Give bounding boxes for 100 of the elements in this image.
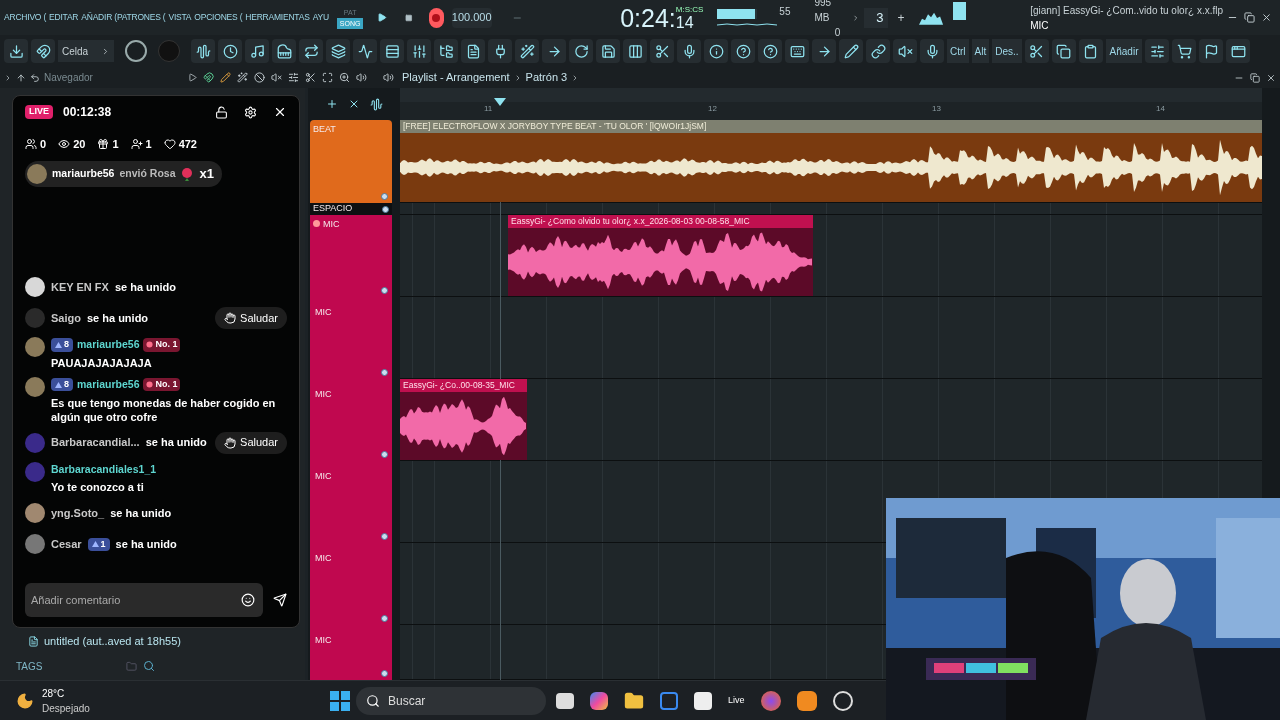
- select-icon[interactable]: [322, 72, 333, 83]
- close-icon[interactable]: [1261, 12, 1272, 23]
- close-icon[interactable]: [1266, 72, 1276, 83]
- magnet-icon[interactable]: [203, 72, 214, 83]
- clock-button[interactable]: [218, 39, 242, 63]
- pencil-icon[interactable]: [220, 72, 231, 83]
- modifier-key-button[interactable]: Des..: [992, 39, 1022, 63]
- track-header[interactable]: ESPACIO: [310, 203, 392, 215]
- mute-button[interactable]: [893, 39, 917, 63]
- layers-button[interactable]: [326, 39, 350, 63]
- wand-button[interactable]: [515, 39, 539, 63]
- track-header[interactable]: MIC: [310, 543, 392, 625]
- track-header[interactable]: MIC: [310, 297, 392, 379]
- slice-icon[interactable]: [305, 72, 316, 83]
- music-button[interactable]: [245, 39, 269, 63]
- slip-icon[interactable]: [288, 72, 299, 83]
- audio-clip[interactable]: [FREE] ELECTROFLOW X JORYBOY TYPE BEAT - 'TU OLOR ' [lQWOIr1JjSM]: [400, 120, 1262, 202]
- rows-button[interactable]: [380, 39, 404, 63]
- window-button[interactable]: [1226, 39, 1251, 63]
- track-knob-icon[interactable]: [381, 369, 388, 376]
- audio-clip[interactable]: EassyGi- ¿Como olvido tu olor¿ x.x_2026-08-03 00-08-58_MIC: [508, 215, 813, 296]
- cart-button[interactable]: [1172, 39, 1197, 63]
- settings-icon[interactable]: [244, 105, 257, 119]
- modifier-key-button[interactable]: Alt: [971, 39, 990, 63]
- track-header[interactable]: MIC: [310, 379, 392, 461]
- back-icon[interactable]: [30, 72, 40, 83]
- help-button[interactable]: [731, 39, 755, 63]
- paste-button[interactable]: [1078, 39, 1103, 63]
- track-header[interactable]: MIC: [310, 215, 392, 297]
- playhead-marker-icon[interactable]: [494, 98, 506, 106]
- modifier-key-button[interactable]: Ctrl: [947, 39, 969, 63]
- search-icon[interactable]: [143, 660, 155, 672]
- track-knob-icon[interactable]: [381, 615, 388, 622]
- menu-item[interactable]: EDITAR: [49, 11, 79, 24]
- speaker-icon[interactable]: [356, 72, 367, 83]
- menu-item[interactable]: ARCHIVO (: [4, 11, 46, 24]
- add-track-icon[interactable]: [325, 98, 338, 110]
- brush-icon[interactable]: [237, 72, 248, 83]
- activity-button[interactable]: [353, 39, 377, 63]
- search-field[interactable]: Buscar: [356, 686, 546, 715]
- tempo-field[interactable]: 100.000: [451, 7, 492, 28]
- keyboard-button[interactable]: [785, 39, 809, 63]
- restore-icon[interactable]: [1244, 12, 1255, 23]
- play-icon[interactable]: [377, 11, 388, 24]
- pencil-button[interactable]: [839, 39, 863, 63]
- restore-icon[interactable]: [1250, 72, 1260, 83]
- track-knob-icon[interactable]: [381, 533, 388, 540]
- menu-item[interactable]: HERRAMIENTAS: [245, 11, 310, 24]
- track-knob-icon[interactable]: [381, 287, 388, 294]
- info-button[interactable]: [704, 39, 728, 63]
- send-icon[interactable]: [273, 593, 287, 607]
- up-arrow-icon[interactable]: [16, 72, 26, 83]
- add-button[interactable]: Añadir: [1105, 39, 1143, 63]
- plug-button[interactable]: [488, 39, 512, 63]
- unlock-icon[interactable]: [215, 105, 228, 119]
- question-button[interactable]: [758, 39, 782, 63]
- pattern-selector[interactable]: 3: [863, 7, 888, 28]
- play-icon[interactable]: [188, 73, 197, 82]
- track-header[interactable]: MIC: [310, 461, 392, 543]
- close-icon[interactable]: [273, 105, 287, 119]
- add-pattern-button[interactable]: +: [897, 8, 905, 27]
- track-knob-icon[interactable]: [381, 451, 388, 458]
- waveform-icon[interactable]: [369, 97, 383, 111]
- refresh-button[interactable]: [569, 39, 593, 63]
- magnet-button[interactable]: [31, 39, 55, 63]
- greet-button[interactable]: Saludar: [215, 431, 287, 454]
- flag-button[interactable]: [1199, 39, 1224, 63]
- live-app-button[interactable]: Live: [728, 693, 745, 708]
- snap-dropdown[interactable]: Celda: [58, 40, 114, 62]
- columns-button[interactable]: [623, 39, 647, 63]
- audio-clip[interactable]: EassyGi- ¿Co..00-08-35_MIC: [400, 379, 527, 460]
- menu-item[interactable]: AYU: [312, 11, 329, 24]
- track-knob-icon[interactable]: [381, 670, 388, 677]
- arrow-right-button[interactable]: [542, 39, 566, 63]
- slider-button[interactable]: [1145, 39, 1170, 63]
- scissors-button[interactable]: [650, 39, 674, 63]
- folder-tree-button[interactable]: [434, 39, 458, 63]
- track-header[interactable]: MIC: [310, 625, 392, 680]
- microphone-button[interactable]: [677, 39, 701, 63]
- record-button[interactable]: [428, 7, 444, 28]
- menu-item[interactable]: OPCIONES (: [194, 11, 243, 24]
- greet-button[interactable]: Saludar: [215, 307, 287, 329]
- volume-knob[interactable]: [125, 40, 147, 62]
- mute-icon[interactable]: [271, 72, 282, 83]
- arrow-button[interactable]: [812, 39, 836, 63]
- stop-icon[interactable]: [405, 12, 413, 23]
- menu-item[interactable]: VISTA: [168, 11, 192, 24]
- piano-button[interactable]: [272, 39, 296, 63]
- delete-icon[interactable]: [254, 72, 265, 83]
- save-button[interactable]: [596, 39, 620, 63]
- folder-icon[interactable]: [624, 690, 644, 711]
- waveform-button[interactable]: [191, 39, 215, 63]
- menu-item[interactable]: AÑADIR (PATRONES (: [81, 11, 166, 24]
- emoji-icon[interactable]: [241, 593, 255, 607]
- speaker-icon[interactable]: [383, 72, 394, 83]
- loop-button[interactable]: [299, 39, 323, 63]
- link-button[interactable]: [866, 39, 890, 63]
- zoom-icon[interactable]: [339, 72, 350, 83]
- scissors-button[interactable]: [1024, 39, 1049, 63]
- copy-button[interactable]: [1051, 39, 1076, 63]
